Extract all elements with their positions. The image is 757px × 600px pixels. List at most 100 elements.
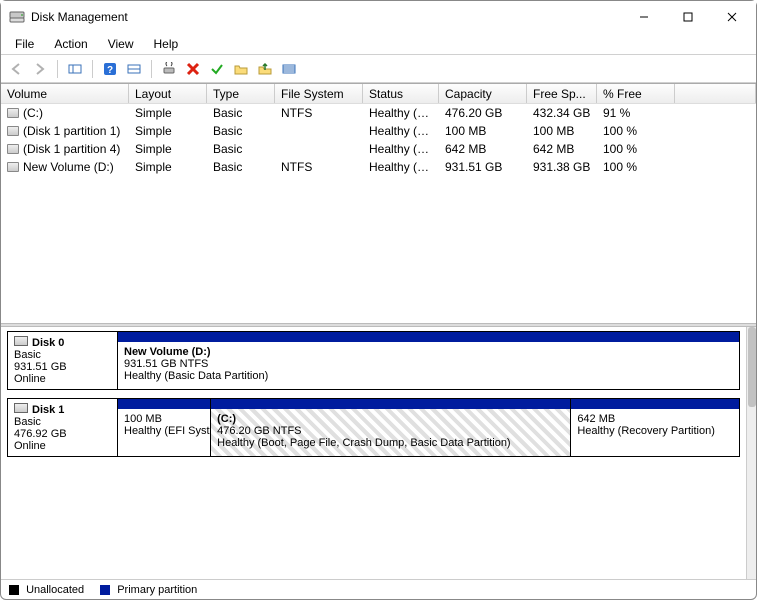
title-bar: Disk Management [1,1,756,33]
legend-unallocated: Unallocated [9,584,84,596]
folder-up-icon[interactable] [254,58,276,80]
col-layout[interactable]: Layout [129,84,207,103]
cell-volume: (Disk 1 partition 4) [1,141,129,157]
cell-status: Healthy (R... [363,141,439,157]
scrollbar[interactable] [746,327,756,579]
partition[interactable]: New Volume (D:)931.51 GB NTFSHealthy (Ba… [118,342,739,389]
swatch-black-icon [9,585,19,595]
svg-text:?: ? [107,65,113,76]
minimize-button[interactable] [622,2,666,32]
help-icon[interactable]: ? [99,58,121,80]
partition-status: Healthy (Boot, Page File, Crash Dump, Ba… [217,437,564,449]
disk-size: 931.51 GB [14,361,111,373]
disk-partitions: 100 MBHealthy (EFI System Partition)(C:)… [118,399,739,456]
properties-icon[interactable] [123,58,145,80]
col-extra[interactable] [675,84,756,103]
disk-size: 476.92 GB [14,428,111,440]
disk-state: Online [14,373,111,385]
close-button[interactable] [710,2,754,32]
col-filesystem[interactable]: File System [275,84,363,103]
col-capacity[interactable]: Capacity [439,84,527,103]
col-pct-free[interactable]: % Free [597,84,675,103]
col-status[interactable]: Status [363,84,439,103]
partition-size: 100 MB [124,413,204,425]
vol-name: (Disk 1 partition 4) [23,142,120,156]
volume-rows: (C:)SimpleBasicNTFSHealthy (B...476.20 G… [1,104,756,176]
cell-capacity: 642 MB [439,141,527,157]
partition[interactable]: 642 MBHealthy (Recovery Partition) [571,409,739,456]
cell-capacity: 931.51 GB [439,159,527,175]
table-row[interactable]: (Disk 1 partition 1)SimpleBasicHealthy (… [1,122,756,140]
toolbar-separator [92,60,93,78]
cell-pct-free: 100 % [597,159,675,175]
menu-file[interactable]: File [5,35,44,53]
cell-status: Healthy (B... [363,159,439,175]
disk-panel: Disk 0Basic931.51 GBOnlineNew Volume (D:… [1,327,756,579]
partition-strip [118,332,739,342]
disk-type: Basic [14,416,111,428]
col-type[interactable]: Type [207,84,275,103]
list-icon[interactable] [278,58,300,80]
disk-meta[interactable]: Disk 1Basic476.92 GBOnline [8,399,118,456]
swatch-blue-icon [100,585,110,595]
volume-header-row: Volume Layout Type File System Status Ca… [1,84,756,104]
maximize-button[interactable] [666,2,710,32]
cell-free: 642 MB [527,141,597,157]
forward-icon[interactable] [29,58,51,80]
back-icon[interactable] [5,58,27,80]
partition-status: Healthy (EFI System Partition) [124,425,204,437]
disk-name: Disk 1 [32,404,64,416]
partition[interactable]: 100 MBHealthy (EFI System Partition) [118,409,211,456]
cell-status: Healthy (E... [363,123,439,139]
disk-drive-icon [14,336,28,346]
disk-state: Online [14,440,111,452]
cell-layout: Simple [129,159,207,175]
table-row[interactable]: New Volume (D:)SimpleBasicNTFSHealthy (B… [1,158,756,176]
cell-layout: Simple [129,105,207,121]
cell-free: 100 MB [527,123,597,139]
vol-name: New Volume (D:) [23,160,114,174]
folder-icon[interactable] [230,58,252,80]
cell-volume: New Volume (D:) [1,159,129,175]
cell-capacity: 476.20 GB [439,105,527,121]
drive-icon [7,126,19,136]
partition-size: 931.51 GB NTFS [124,358,733,370]
delete-icon[interactable] [182,58,204,80]
menu-view[interactable]: View [98,35,144,53]
disk-partitions: New Volume (D:)931.51 GB NTFSHealthy (Ba… [118,332,739,389]
table-row[interactable]: (Disk 1 partition 4)SimpleBasicHealthy (… [1,140,756,158]
legend: Unallocated Primary partition [1,579,756,599]
partition-size: 476.20 GB NTFS [217,425,564,437]
table-row[interactable]: (C:)SimpleBasicNTFSHealthy (B...476.20 G… [1,104,756,122]
cell-fs: NTFS [275,159,363,175]
menu-action[interactable]: Action [44,35,97,53]
cell-fs [275,130,363,132]
partition[interactable]: (C:)476.20 GB NTFSHealthy (Boot, Page Fi… [211,409,571,456]
volume-list: Volume Layout Type File System Status Ca… [1,83,756,323]
refresh-icon[interactable] [158,58,180,80]
disk[interactable]: Disk 0Basic931.51 GBOnlineNew Volume (D:… [7,331,740,390]
cell-volume: (C:) [1,105,129,121]
scrollbar-thumb[interactable] [748,327,756,407]
col-free[interactable]: Free Sp... [527,84,597,103]
show-hide-icon[interactable] [64,58,86,80]
disk-drive-icon [14,403,28,413]
vol-name: (C:) [23,106,43,120]
cell-status: Healthy (B... [363,105,439,121]
disk-list: Disk 0Basic931.51 GBOnlineNew Volume (D:… [1,327,746,579]
checkmark-icon[interactable] [206,58,228,80]
menu-help[interactable]: Help [144,35,189,53]
toolbar: ? [1,55,756,83]
partition-strip [211,399,571,409]
cell-pct-free: 100 % [597,123,675,139]
partition-status: Healthy (Recovery Partition) [577,425,733,437]
disk[interactable]: Disk 1Basic476.92 GBOnline100 MBHealthy … [7,398,740,457]
menu-bar: File Action View Help [1,33,756,55]
partition-title: New Volume (D:) [124,346,733,358]
partition-title: (C:) [217,413,564,425]
partition-status: Healthy (Basic Data Partition) [124,370,733,382]
col-volume[interactable]: Volume [1,84,129,103]
disk-meta[interactable]: Disk 0Basic931.51 GBOnline [8,332,118,389]
cell-type: Basic [207,123,275,139]
legend-primary-label: Primary partition [117,584,197,596]
